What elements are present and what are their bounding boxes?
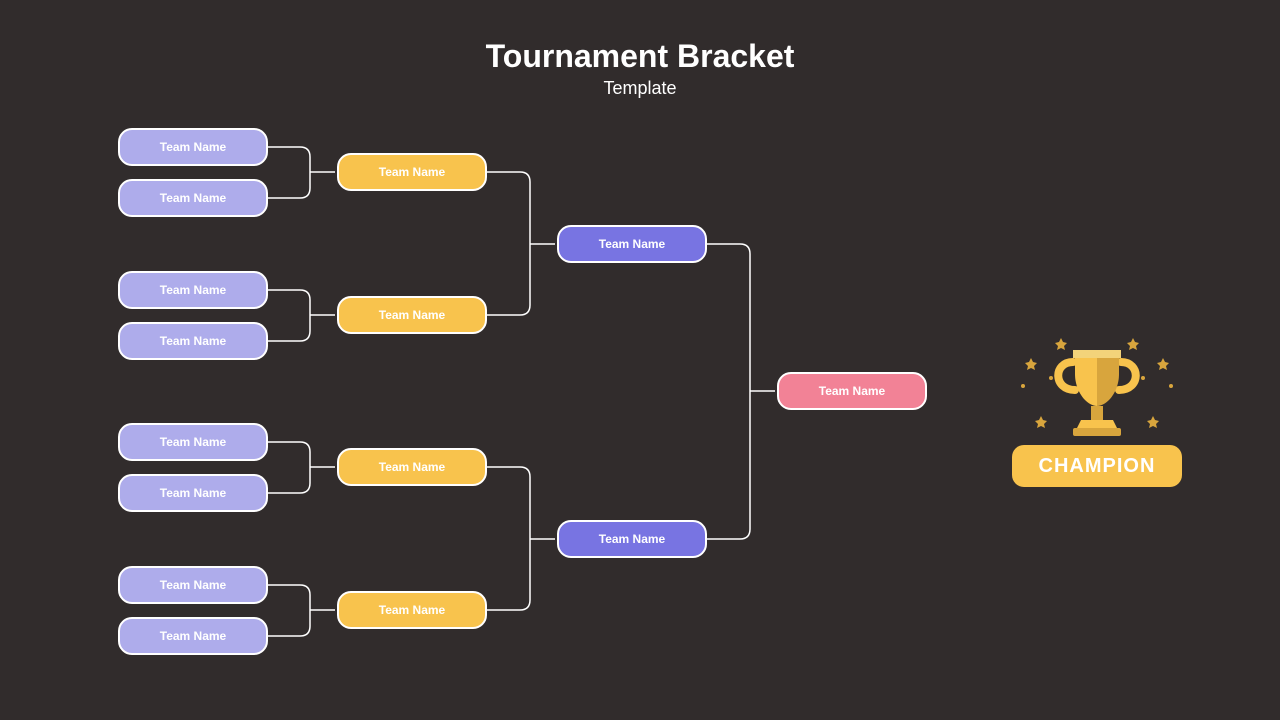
team-label: Team Name: [160, 334, 226, 348]
team-label: Team Name: [160, 283, 226, 297]
team-label: Team Name: [160, 140, 226, 154]
champion-label: CHAMPION: [1039, 455, 1156, 478]
page-title: Tournament Bracket: [0, 38, 1280, 75]
trophy-icon: [1017, 328, 1177, 448]
r1-team-3: Team Name: [118, 271, 268, 309]
team-label: Team Name: [379, 603, 445, 617]
r1-team-5: Team Name: [118, 423, 268, 461]
team-label: Team Name: [379, 308, 445, 322]
team-label: Team Name: [160, 435, 226, 449]
team-label: Team Name: [819, 384, 885, 398]
r1-team-2: Team Name: [118, 179, 268, 217]
r1-team-4: Team Name: [118, 322, 268, 360]
sf-team-1: Team Name: [557, 225, 707, 263]
team-label: Team Name: [160, 486, 226, 500]
qf-team-4: Team Name: [337, 591, 487, 629]
qf-team-1: Team Name: [337, 153, 487, 191]
r1-team-8: Team Name: [118, 617, 268, 655]
team-label: Team Name: [379, 165, 445, 179]
final-team: Team Name: [777, 372, 927, 410]
champion-badge: CHAMPION: [1012, 445, 1182, 487]
bracket-diagram: Tournament Bracket Template Team Name Te…: [0, 0, 1280, 720]
r1-team-7: Team Name: [118, 566, 268, 604]
team-label: Team Name: [379, 460, 445, 474]
qf-team-2: Team Name: [337, 296, 487, 334]
qf-team-3: Team Name: [337, 448, 487, 486]
r1-team-6: Team Name: [118, 474, 268, 512]
team-label: Team Name: [160, 629, 226, 643]
r1-team-1: Team Name: [118, 128, 268, 166]
sf-team-2: Team Name: [557, 520, 707, 558]
team-label: Team Name: [160, 191, 226, 205]
team-label: Team Name: [599, 237, 665, 251]
team-label: Team Name: [160, 578, 226, 592]
page-subtitle: Template: [0, 78, 1280, 99]
team-label: Team Name: [599, 532, 665, 546]
